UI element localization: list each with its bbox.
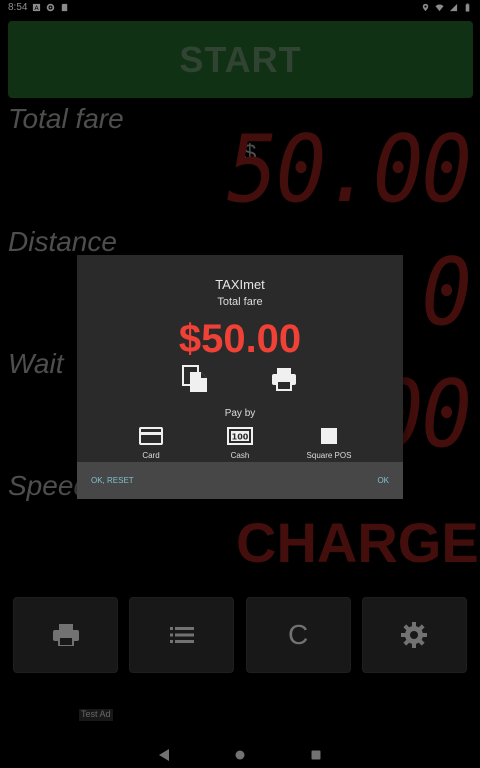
printer-icon[interactable] — [271, 365, 297, 393]
dialog-footer: OK, RESET OK — [77, 462, 403, 499]
dialog-amount: $50.00 — [178, 317, 302, 361]
square-icon — [321, 428, 337, 444]
pay-card-option[interactable]: Card — [116, 425, 186, 460]
pay-card-label: Card — [142, 451, 160, 460]
pay-cash-label: Cash — [230, 451, 250, 460]
pay-by-label: Pay by — [224, 408, 256, 419]
pay-cash-option[interactable]: 100 Cash — [205, 425, 275, 460]
cash-icon: 100 — [227, 427, 253, 445]
dialog-title: TAXImet — [215, 277, 265, 292]
dialog-subtitle: Total fare — [217, 296, 263, 308]
ok-reset-button[interactable]: OK, RESET — [91, 476, 134, 485]
svg-text:100: 100 — [232, 433, 249, 442]
card-icon — [139, 427, 163, 445]
pay-square-option[interactable]: Square POS — [294, 425, 364, 460]
pay-square-label: Square POS — [306, 451, 352, 460]
payment-dialog: TAXImet Total fare $50.00 Pay by Card 10… — [77, 255, 403, 499]
copy-icon[interactable] — [182, 365, 208, 393]
ok-button[interactable]: OK — [377, 476, 389, 485]
